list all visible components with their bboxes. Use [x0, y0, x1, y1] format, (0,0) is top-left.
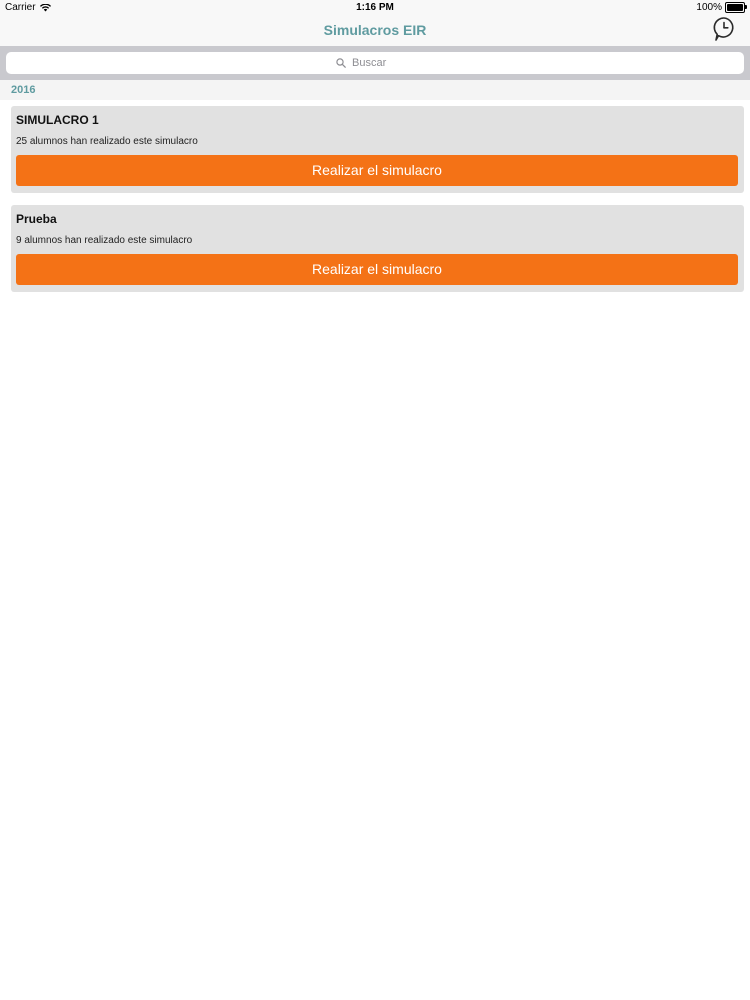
status-time: 1:16 PM: [356, 2, 394, 13]
search-icon: [336, 58, 346, 68]
clock-speech-icon[interactable]: [712, 16, 736, 42]
card-title: SIMULACRO 1: [16, 113, 99, 127]
section-year: 2016: [11, 84, 36, 96]
page-title: Simulacros EIR: [323, 22, 427, 38]
section-header: 2016: [0, 80, 750, 100]
battery-fill: [727, 4, 743, 11]
card-subtitle: 25 alumnos han realizado este simulacro: [16, 136, 198, 147]
start-simulacro-button[interactable]: Realizar el simulacro: [16, 254, 738, 285]
start-simulacro-button[interactable]: Realizar el simulacro: [16, 155, 738, 186]
card-title: Prueba: [16, 212, 57, 226]
battery-icon: [725, 2, 747, 13]
simulacro-card: SIMULACRO 1 25 alumnos han realizado est…: [11, 106, 744, 193]
navigation-bar: Simulacros EIR: [0, 16, 750, 46]
simulacro-card: Prueba 9 alumnos han realizado este simu…: [11, 205, 744, 292]
search-bar: [0, 46, 750, 80]
search-input[interactable]: [350, 56, 414, 70]
battery-percent: 100%: [696, 2, 722, 13]
card-subtitle: 9 alumnos han realizado este simulacro: [16, 235, 193, 246]
status-right: 100%: [696, 2, 747, 13]
status-bar: Carrier 1:16 PM 100%: [0, 0, 750, 16]
search-field[interactable]: [6, 52, 744, 74]
